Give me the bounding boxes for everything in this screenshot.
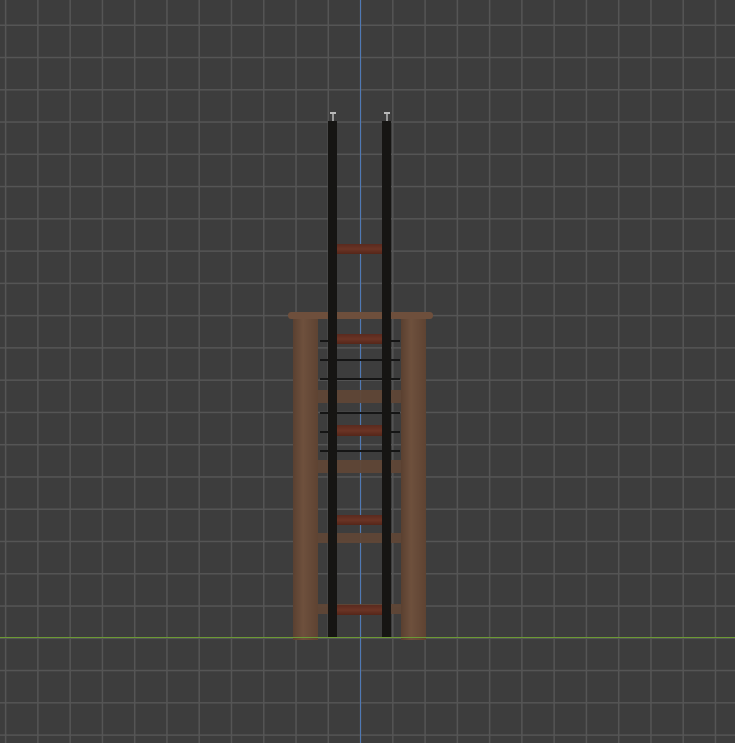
3d-viewport[interactable] — [0, 0, 735, 743]
ladder-rung — [337, 605, 382, 615]
x-axis-line — [0, 636, 735, 638]
ladder-rung — [337, 515, 382, 525]
left-rail — [328, 121, 337, 637]
ladder-rung — [337, 425, 382, 436]
ladder-rung — [337, 334, 382, 344]
right-post — [401, 318, 426, 640]
rail-pin-head — [384, 112, 390, 114]
rail-pin-head — [330, 112, 336, 114]
z-axis-line — [359, 0, 361, 743]
rail-pin — [386, 113, 388, 121]
ladder-rung — [337, 244, 382, 254]
top-cap — [288, 312, 433, 319]
rail-pin — [332, 113, 334, 121]
left-post — [293, 318, 318, 640]
right-rail — [382, 121, 391, 637]
